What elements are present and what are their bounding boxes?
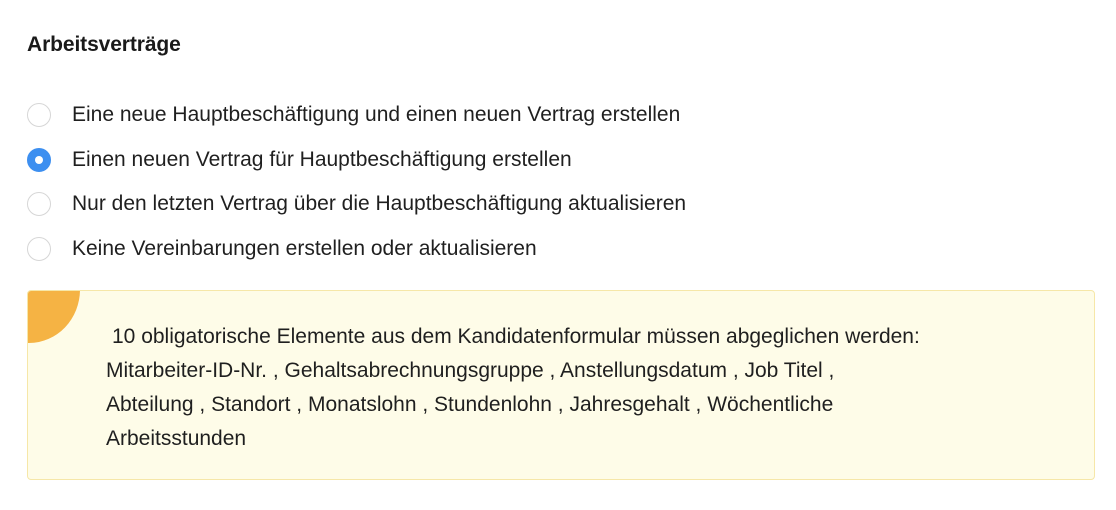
radio-label[interactable]: Einen neuen Vertrag für Hauptbeschäftigu…	[72, 148, 572, 172]
radio-label[interactable]: Keine Vereinbarungen erstellen oder aktu…	[72, 237, 537, 261]
required-fields-line: Abteilung , Standort , Monatslohn , Stun…	[106, 393, 834, 416]
radio-button[interactable]	[27, 147, 51, 172]
warning-badge	[28, 291, 80, 343]
radio-button[interactable]	[27, 236, 51, 261]
radio-option-new-contract[interactable]: Einen neuen Vertrag für Hauptbeschäftigu…	[27, 138, 1087, 183]
radio-label[interactable]: Eine neue Hauptbeschäftigung und einen n…	[72, 103, 680, 127]
notice-text: 10 obligatorische Elemente aus dem Kandi…	[106, 320, 1066, 456]
radio-label[interactable]: Nur den letzten Vertrag über die Hauptbe…	[72, 192, 686, 216]
radio-option-no-agreements[interactable]: Keine Vereinbarungen erstellen oder aktu…	[27, 227, 1087, 272]
section-title: Arbeitsverträge	[27, 33, 181, 56]
radio-option-new-employment-and-contract[interactable]: Eine neue Hauptbeschäftigung und einen n…	[27, 93, 1087, 138]
warning-notice: 10 obligatorische Elemente aus dem Kandi…	[27, 290, 1095, 480]
radio-button[interactable]	[27, 192, 51, 217]
radio-button[interactable]	[27, 103, 51, 128]
required-fields-line: Arbeitsstunden	[106, 427, 247, 450]
contract-options-radio-group: Eine neue Hauptbeschäftigung und einen n…	[27, 93, 1087, 271]
notice-intro: 10 obligatorische Elemente aus dem Kandi…	[112, 325, 920, 348]
radio-option-update-last-contract[interactable]: Nur den letzten Vertrag über die Hauptbe…	[27, 182, 1087, 227]
required-fields-line: Mitarbeiter-ID-Nr. , Gehaltsabrechnungsg…	[106, 359, 835, 382]
